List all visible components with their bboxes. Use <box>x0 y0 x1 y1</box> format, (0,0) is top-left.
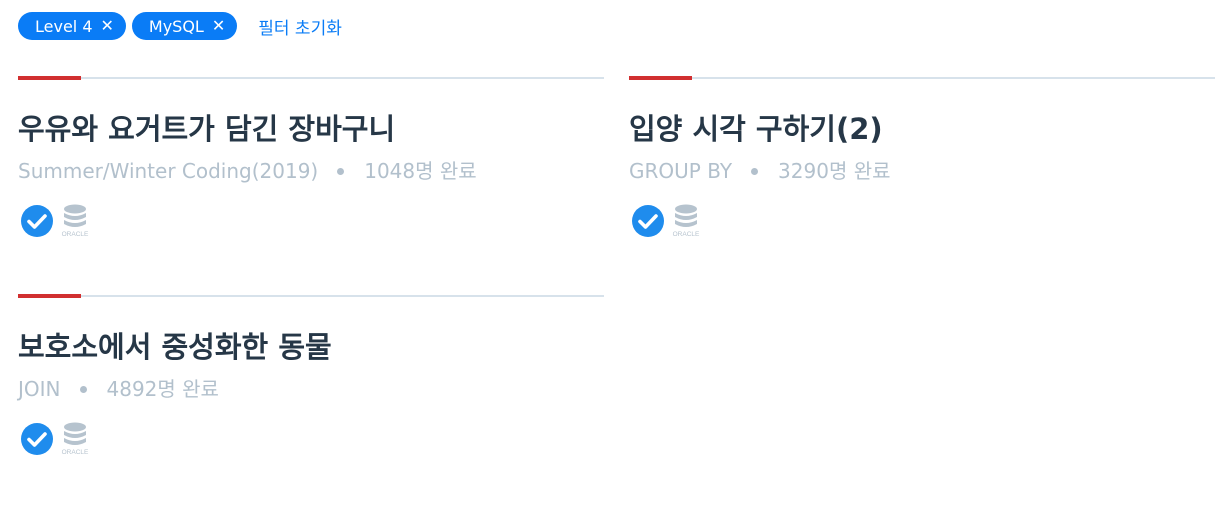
problem-status-icons: ORACLE <box>18 203 604 239</box>
problem-card[interactable]: 우유와 요거트가 담긴 장바구니 Summer/Winter Coding(20… <box>18 76 604 239</box>
problem-status-icons: ORACLE <box>629 203 1215 239</box>
oracle-label: ORACLE <box>62 231 89 238</box>
oracle-label: ORACLE <box>62 449 89 456</box>
problem-status-icons: ORACLE <box>18 421 604 457</box>
check-icon <box>632 205 664 237</box>
oracle-label: ORACLE <box>673 231 700 238</box>
active-filters: Level 4 ✕ MySQL ✕ 필터 초기화 <box>18 12 342 40</box>
problem-title[interactable]: 입양 시각 구하기(2) <box>629 109 1215 149</box>
close-icon[interactable]: ✕ <box>212 18 225 34</box>
completed-count: 4892명 완료 <box>106 377 219 401</box>
filter-chip-level[interactable]: Level 4 ✕ <box>18 12 126 40</box>
oracle-database-icon: ORACLE <box>62 204 89 238</box>
problem-category: JOIN <box>18 377 61 401</box>
separator-dot <box>337 167 345 175</box>
filter-chip-label: MySQL <box>148 16 204 36</box>
problem-meta: GROUP BY 3290명 완료 <box>629 157 1215 185</box>
close-icon[interactable]: ✕ <box>101 18 114 34</box>
oracle-database-icon: ORACLE <box>62 422 89 456</box>
problem-title[interactable]: 보호소에서 중성화한 동물 <box>18 327 604 367</box>
problem-meta: Summer/Winter Coding(2019) 1048명 완료 <box>18 157 604 185</box>
card-accent-bar <box>629 76 692 80</box>
card-accent-bar <box>18 294 81 298</box>
check-icon <box>21 423 53 455</box>
problem-card[interactable]: 보호소에서 중성화한 동물 JOIN 4892명 완료 ORACLE <box>18 294 604 457</box>
problem-meta: JOIN 4892명 완료 <box>18 375 604 403</box>
card-divider <box>629 76 1215 80</box>
problem-card[interactable]: 입양 시각 구하기(2) GROUP BY 3290명 완료 ORACLE <box>629 76 1215 239</box>
problem-category: GROUP BY <box>629 159 733 183</box>
completed-count: 1048명 완료 <box>364 159 477 183</box>
card-divider <box>18 294 604 298</box>
problem-list-page: Level 4 ✕ MySQL ✕ 필터 초기화 우유와 요거트가 담긴 장바구… <box>0 0 1218 510</box>
problem-category: Summer/Winter Coding(2019) <box>18 159 319 183</box>
filter-chip-label: Level 4 <box>35 16 93 36</box>
reset-filters-link[interactable]: 필터 초기화 <box>258 14 342 39</box>
check-icon <box>21 205 53 237</box>
completed-count: 3290명 완료 <box>778 159 891 183</box>
filter-chip-language[interactable]: MySQL ✕ <box>131 12 238 40</box>
card-divider <box>18 76 604 80</box>
separator-dot <box>79 385 87 393</box>
problem-title[interactable]: 우유와 요거트가 담긴 장바구니 <box>18 109 604 149</box>
oracle-database-icon: ORACLE <box>673 204 700 238</box>
card-accent-bar <box>18 76 81 80</box>
separator-dot <box>751 167 759 175</box>
